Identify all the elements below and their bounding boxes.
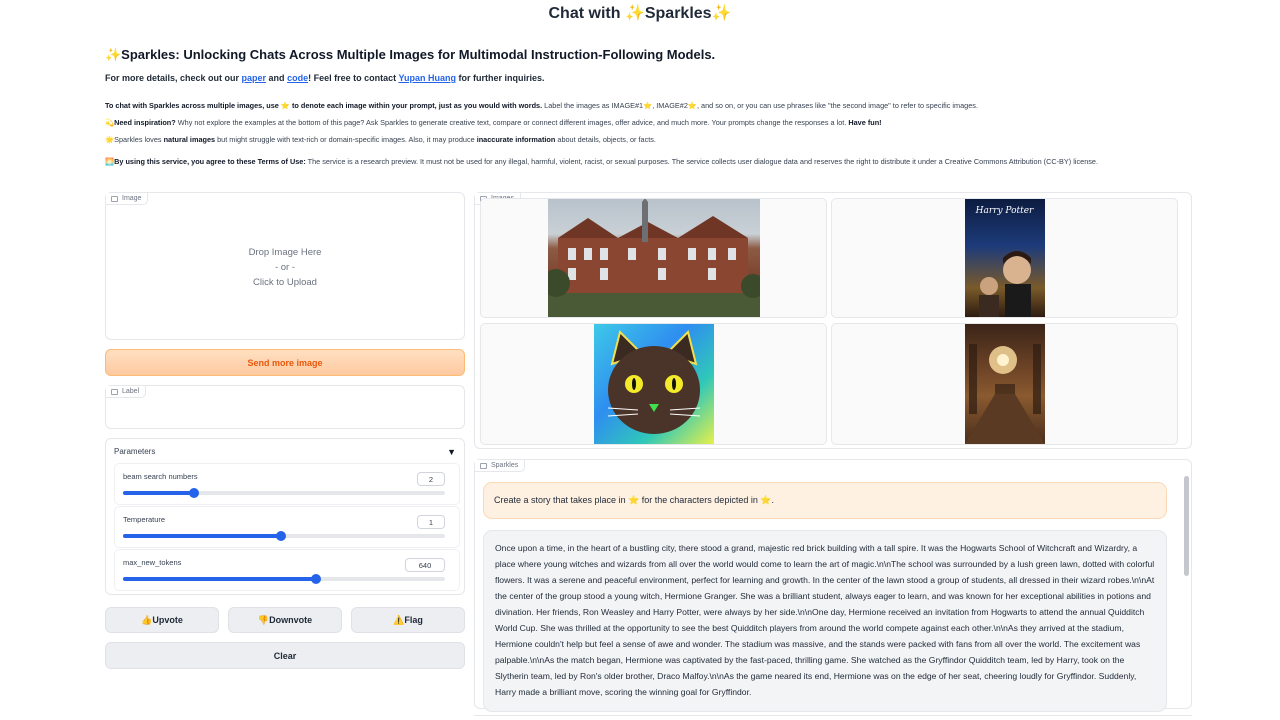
great-hall-photo [964,324,1045,444]
limit-b: natural images [163,135,216,144]
beam-search-slider[interactable] [123,488,445,498]
max-new-tokens-slider[interactable] [123,574,445,584]
poster-drawing [978,251,1031,317]
code-link[interactable]: code [287,73,308,83]
usage-bold: To chat with Sparkles across multiple im… [105,101,543,110]
chat-icon [480,462,487,469]
details-mid: ! Feel free to contact [308,73,399,83]
inspiration-bold: Need inspiration? [114,118,176,127]
label-icon [111,388,118,395]
have-fun: Have fun! [848,118,882,127]
limit-d: inaccurate information [476,135,556,144]
slider-fill [123,577,317,581]
usage-line: To chat with Sparkles across multiple im… [105,101,1195,111]
sparkles-tag-label: Sparkles [491,462,519,469]
gallery-item-4[interactable] [831,323,1178,445]
parameters-title: Parameters [114,447,156,456]
clear-button[interactable]: Clear [105,642,465,669]
slider-knob[interactable] [188,488,199,498]
click-upload-text: Click to Upload [253,277,317,288]
building-drawing [547,199,760,317]
cat-painting [593,324,714,444]
param-value-input[interactable]: 2 [417,472,445,486]
user-message: Create a story that takes place in ⭐ for… [483,482,1167,519]
cat-drawing [607,330,700,434]
limitations-line: 🌟Sparkles loves natural images but might… [105,135,1195,145]
page-title: Chat with ✨Sparkles✨ [548,5,732,22]
slider-knob[interactable] [311,574,322,584]
drop-zone[interactable]: Drop Image Here - or - Click to Upload [106,245,464,290]
param-value-input[interactable]: 1 [417,515,445,529]
parameters-panel: Parameters ▼ beam search numbers 2 Tempe… [105,438,465,595]
sparkles-tag: Sparkles [475,460,526,472]
inspiration-line: 💫Need inspiration? Why not explore the e… [105,118,1195,128]
terms-bold: 🌅By using this service, you agree to the… [105,157,306,166]
param-label: Temperature [123,515,166,524]
author-link[interactable]: Yupan Huang [398,73,456,83]
gallery-item-3[interactable] [480,323,827,445]
image-icon [111,195,118,202]
slider-knob[interactable] [275,531,286,541]
image-tag-label: Image [122,195,142,202]
limit-e: about details, objects, or facts. [555,135,656,144]
label-tag: Label [106,386,147,398]
inspiration-rest: Why not explore the examples at the bott… [175,118,849,127]
bot-message: Once upon a time, in the heart of a bust… [483,530,1167,712]
temperature-slider[interactable] [123,531,445,541]
chatbot-panel: Sparkles Create a story that takes place… [474,459,1192,712]
param-beam-search: beam search numbers 2 [114,463,460,505]
label-box: Label [105,385,465,429]
param-max-new-tokens: max_new_tokens 640 [114,549,460,591]
limit-c: but might struggle with text-rich or dom… [215,135,477,144]
usage-rest: Label the images as IMAGE#1⭐, IMAGE#2⭐, … [542,101,978,110]
slider-fill [123,534,281,538]
drop-text: Drop Image Here [248,247,322,258]
chat-scrollbar[interactable] [1184,476,1189,576]
param-label: max_new_tokens [123,558,182,567]
harry-potter-poster: Harry Potter [964,199,1045,317]
parameters-header[interactable]: Parameters ▼ [114,447,456,457]
flag-button[interactable]: ⚠️Flag [351,607,465,633]
terms-rest: The service is a research preview. It mu… [305,157,1098,166]
label-tag-label: Label [122,388,140,395]
downvote-button[interactable]: 👎Downvote [228,607,342,633]
param-value-input[interactable]: 640 [405,558,445,572]
collapse-triangle-icon[interactable]: ▼ [447,447,456,457]
paper-link[interactable]: paper [242,73,267,83]
images-gallery: Images Harry Potter [474,192,1192,449]
image-tag: Image [106,193,149,205]
details-and: and [266,73,288,83]
gallery-item-1[interactable] [480,198,827,318]
image-upload[interactable]: Image Drop Image Here - or - Click to Up… [105,192,465,340]
details-prefix: For more details, check out our [105,73,242,83]
upvote-button[interactable]: 👍Upvote [105,607,219,633]
intro-heading: ✨Sparkles: Unlocking Chats Across Multip… [105,47,716,62]
gallery-item-2[interactable]: Harry Potter [831,198,1178,318]
dizzy-icon: 💫 [105,118,115,127]
param-label: beam search numbers [123,472,198,481]
terms-line: 🌅By using this service, you agree to the… [105,157,1195,167]
college-building-photo [547,199,760,317]
footer-divider [474,715,1192,720]
details-suffix: for further inquiries. [455,73,545,83]
slider-fill [123,491,194,495]
send-more-image-button[interactable]: Send more image [105,349,465,376]
limit-a: 🌟Sparkles loves [105,135,164,144]
intro-section: ✨Sparkles: Unlocking Chats Across Multip… [105,47,1195,174]
param-temperature: Temperature 1 [114,506,460,548]
details-line: For more details, check out our paper an… [105,73,1195,83]
hall-drawing [964,344,1045,444]
or-text: - or - [274,262,296,273]
